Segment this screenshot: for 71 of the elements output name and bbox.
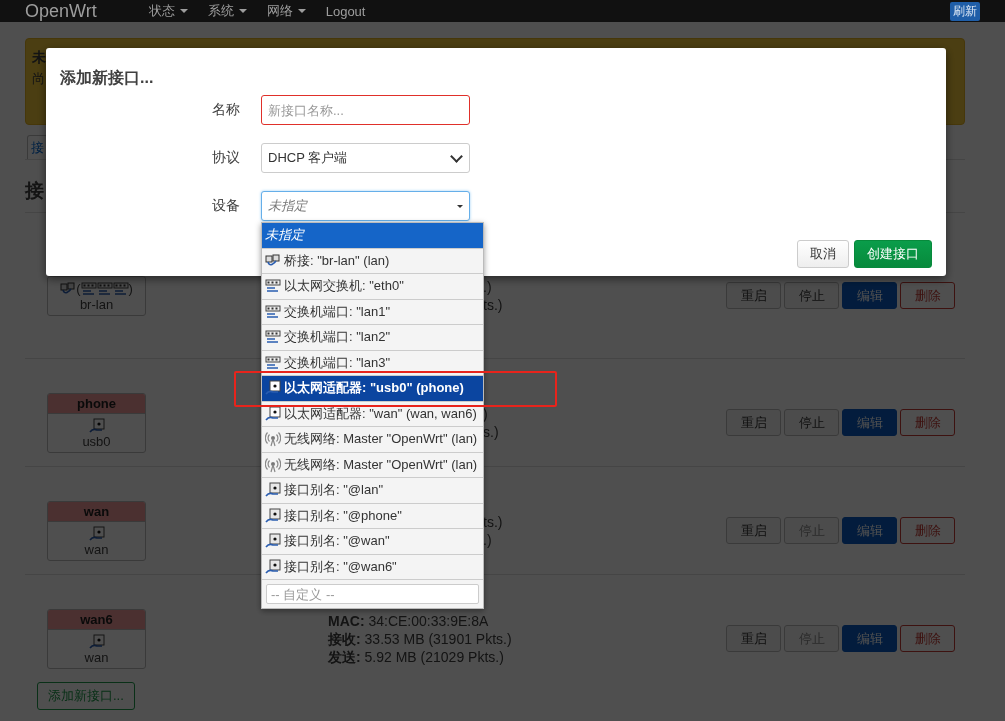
brand-logo[interactable]: OpenWrt [25, 1, 97, 21]
bracket: ( [76, 281, 81, 296]
caret-icon [179, 9, 188, 13]
caret-icon [297, 9, 306, 13]
cancel-button[interactable]: 取消 [797, 240, 849, 268]
interface-name: wan [48, 501, 145, 522]
switch-icon [265, 278, 281, 295]
network-adapter-icon [88, 417, 105, 434]
dropdown-option[interactable]: 交换机端口: "lan2" [262, 325, 483, 351]
switch-icon [265, 329, 281, 346]
interface-stat: .) [483, 277, 493, 296]
section-heading: 接 [25, 179, 44, 203]
device-select[interactable]: 未指定 [261, 191, 470, 221]
interface-stat: ts.) [483, 512, 504, 531]
device-name: wan [84, 541, 109, 557]
menu-item[interactable]: 状态 [148, 2, 188, 20]
network-adapter-icon [265, 482, 281, 499]
interface-name: wan6 [48, 609, 145, 630]
interface-name: phone [48, 393, 145, 414]
dropdown-option[interactable]: 接口别名: "@wan" [262, 529, 483, 555]
network-adapter-icon [265, 533, 281, 550]
dropdown-option[interactable]: 接口别名: "@phone" [262, 503, 483, 529]
switch-icon [265, 303, 281, 320]
dropdown-option[interactable]: 以太网适配器: "usb0" (phone) [262, 376, 483, 402]
refresh-badge[interactable]: 刷新 [950, 1, 980, 21]
network-adapter-icon [265, 405, 281, 422]
menu-item[interactable]: 系统 [207, 2, 247, 20]
dropdown-option[interactable]: 接口别名: "@wan6" [262, 554, 483, 580]
dropdown-option[interactable]: 桥接: "br-lan" (lan) [262, 248, 483, 274]
field-label: 设备 [211, 197, 240, 215]
switch-icon [112, 280, 129, 297]
dialog-title: 添加新接口... [60, 68, 155, 88]
network-adapter-icon [88, 525, 105, 542]
interface-stat: s.) [483, 422, 500, 441]
caret-icon [457, 204, 463, 208]
protocol-select[interactable]: DHCP 客户端 [261, 143, 470, 173]
interface-stat: 发送: 5.92 MB (21029 Pkts.) [328, 647, 505, 666]
network-adapter-icon [265, 558, 281, 575]
network-adapter-icon [265, 507, 281, 524]
interface-stat: 接收: 33.53 MB (31901 Pkts.) [328, 629, 513, 648]
menu-item[interactable]: 网络 [266, 2, 306, 20]
custom-field[interactable]: -- 自定义 -- [266, 584, 479, 604]
field-label: 名称 [211, 101, 240, 119]
network-adapter-icon [88, 633, 105, 650]
dropdown-option[interactable]: 交换机端口: "lan1" [262, 299, 483, 325]
dropdown-option[interactable]: 以太网交换机: "eth0" [262, 274, 483, 300]
interface-stat: ts.) [483, 295, 504, 314]
bracket: ) [128, 281, 133, 296]
name-field[interactable]: 新接口名称... [261, 95, 470, 125]
dropdown-option[interactable]: 接口别名: "@lan" [262, 478, 483, 504]
create-button[interactable]: 创建接口 [854, 240, 932, 268]
network-adapter-icon [265, 380, 281, 397]
bridge-icon [265, 252, 281, 269]
menu-item[interactable]: Logout [325, 3, 366, 19]
antenna-icon [265, 456, 281, 473]
device-name: br-lan [79, 296, 114, 312]
dropdown-option[interactable]: 以太网适配器: "wan" (wan, wan6) [262, 401, 483, 427]
antenna-icon [265, 431, 281, 448]
switch-icon [80, 280, 97, 297]
dropdown-option[interactable]: 无线网络: Master "OpenWrt" (lan) [262, 452, 483, 478]
device-name: wan [84, 649, 109, 665]
interface-stat: MAC: 34:CE:00:33:9E:8A [328, 611, 490, 630]
switch-icon [96, 280, 113, 297]
field-label: 协议 [211, 149, 240, 167]
switch-icon [265, 354, 281, 371]
dropdown-option[interactable]: 未指定 [262, 223, 483, 249]
dropdown-option[interactable]: 无线网络: Master "OpenWrt" (lan) [262, 427, 483, 453]
interface-stat: .) [483, 530, 493, 549]
device-name: usb0 [82, 433, 111, 449]
bridge-icon [60, 280, 77, 297]
caret-icon [238, 9, 247, 13]
